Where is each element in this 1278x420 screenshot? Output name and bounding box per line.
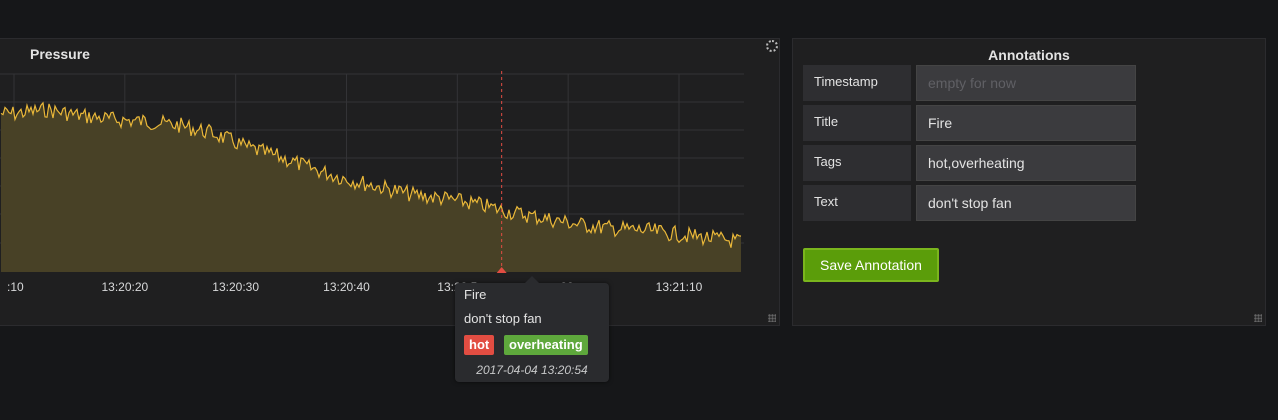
panel-title[interactable]: Annotations	[793, 47, 1265, 63]
x-tick-label: 13:21:10	[656, 280, 703, 294]
annotations-panel: Annotations Timestamp empty for now Titl…	[792, 38, 1266, 326]
tooltip-text: don't stop fan	[464, 311, 542, 326]
text-label: Text	[803, 185, 911, 221]
timestamp-label: Timestamp	[803, 65, 911, 101]
title-input[interactable]: Fire	[916, 105, 1136, 141]
chart-series	[0, 101, 742, 273]
resize-handle[interactable]	[1254, 314, 1262, 322]
save-annotation-button[interactable]: Save Annotation	[803, 248, 939, 282]
timestamp-input[interactable]: empty for now	[916, 65, 1136, 101]
tooltip-title: Fire	[464, 287, 487, 302]
tags-input[interactable]: hot,overheating	[916, 145, 1136, 181]
tags-label: Tags	[803, 145, 911, 181]
tag-overheating[interactable]: overheating	[504, 335, 588, 355]
x-tick-label: 13:20:40	[323, 280, 370, 294]
panel-title[interactable]: Pressure	[30, 46, 90, 62]
tooltip-timestamp: 2017-04-04 13:20:54	[476, 363, 588, 377]
text-input[interactable]: don't stop fan	[916, 185, 1136, 221]
pressure-panel: :1013:20:2013:20:3013:20:4013:20:5:0013:…	[0, 38, 780, 326]
title-label: Title	[803, 105, 911, 141]
tag-hot[interactable]: hot	[464, 335, 495, 355]
x-tick-label: 13:20:20	[101, 280, 148, 294]
annotation-tooltip: Fire don't stop fan hot overheating 2017…	[455, 276, 609, 382]
tooltip-arrow	[525, 276, 539, 283]
loading-spinner-icon	[766, 40, 778, 52]
x-tick-label: :10	[7, 280, 24, 294]
resize-handle[interactable]	[768, 314, 776, 322]
pressure-chart[interactable]: :1013:20:2013:20:3013:20:4013:20:5:0013:…	[0, 39, 781, 327]
x-tick-label: 13:20:30	[212, 280, 259, 294]
series-area	[1, 102, 741, 273]
